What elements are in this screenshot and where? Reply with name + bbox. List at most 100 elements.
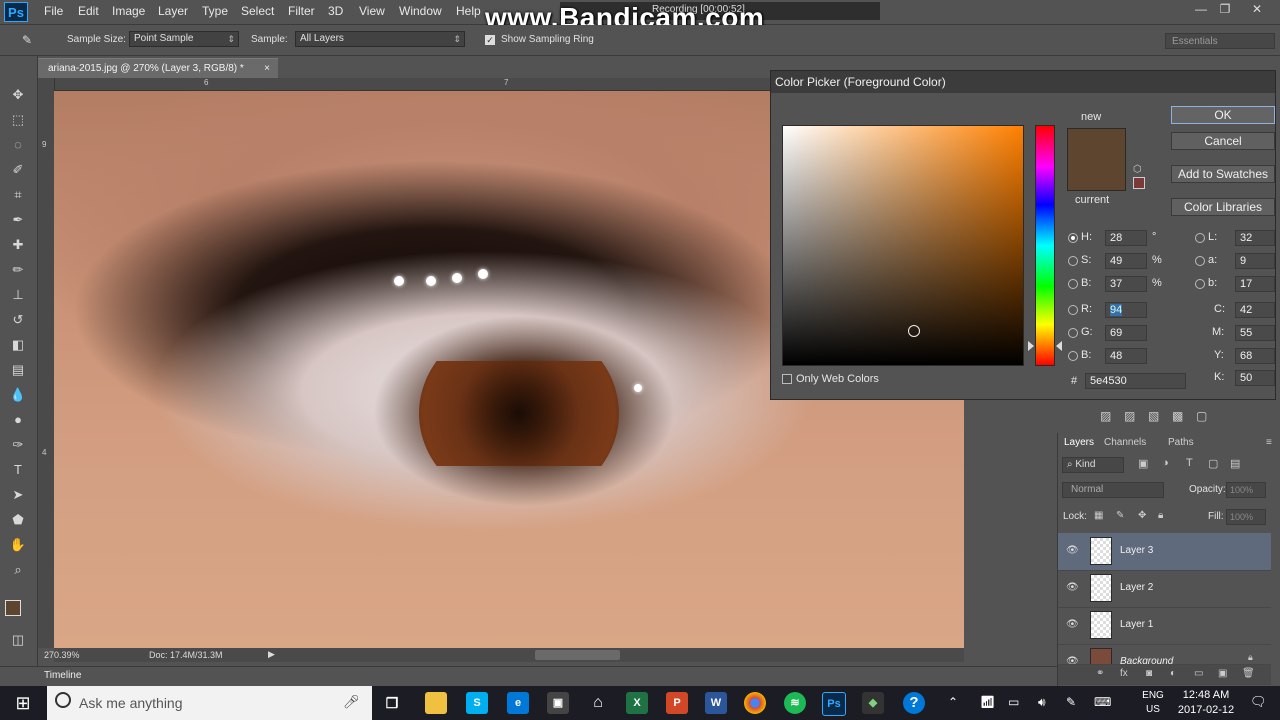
sample-size-select[interactable]: Point Sample [129,31,239,47]
opacity-input[interactable]: 100% [1226,482,1266,498]
hue-radio[interactable] [1068,233,1078,243]
panel-icon[interactable]: ▨ [1124,409,1135,423]
panel-menu-icon[interactable]: ≡ [1266,437,1272,448]
menu-filter[interactable]: Filter [288,4,315,18]
hue-slider[interactable] [1035,125,1055,366]
saturation-input[interactable]: 49 [1105,253,1147,269]
zoom-tool-icon[interactable]: ⌕ [9,561,27,579]
visibility-eye-icon[interactable]: 👁︎ [1066,619,1079,630]
menu-select[interactable]: Select [241,4,274,18]
visibility-eye-icon[interactable]: 👁︎ [1066,545,1079,556]
dodge-tool-icon[interactable]: ● [9,411,27,429]
network-icon[interactable]: 📶︎ [980,695,995,709]
crop-tool-icon[interactable]: ⌗ [9,186,27,204]
panel-icon[interactable]: ▧ [1148,409,1159,423]
current-color-swatch[interactable] [1067,159,1126,191]
workspace-select[interactable]: Essentials [1165,33,1275,49]
help-icon[interactable]: ? [903,692,925,714]
brightness-input[interactable]: 37 [1105,276,1147,292]
minimize-icon[interactable]: — [1190,2,1212,20]
tab-paths[interactable]: Paths [1168,437,1194,448]
layer-row[interactable]: 👁︎ Background 🔒︎ [1058,644,1271,665]
lock-transparency-icon[interactable]: ▦ [1094,510,1103,521]
tab-channels[interactable]: Channels [1104,437,1146,448]
show-hidden-icons-icon[interactable]: ⌃ [948,695,958,709]
menu-image[interactable]: Image [112,4,145,18]
filter-pixel-icon[interactable]: ▣ [1138,457,1148,470]
color-picker-cursor[interactable] [908,325,920,337]
microphone-icon[interactable]: 🎤︎ [343,694,360,710]
only-web-colors-checkbox[interactable] [782,374,792,384]
file-explorer-icon[interactable] [425,692,447,714]
windows-start-icon[interactable]: ⊞ [0,686,46,720]
store-icon[interactable]: ▣ [547,692,569,714]
adjustment-icon[interactable]: ◐ [1170,668,1176,679]
quick-mask-icon[interactable]: ◫ [9,631,27,649]
status-arrow-icon[interactable]: ▶ [268,649,275,660]
type-tool-icon[interactable]: T [9,461,27,479]
blend-mode-select[interactable]: Normal [1062,482,1164,498]
hex-input[interactable]: 5e4530 [1085,373,1186,389]
saturation-radio[interactable] [1068,256,1078,266]
layer-row[interactable]: 👁︎ Layer 3 [1058,533,1271,571]
system-clock[interactable]: 12:48 AM 2017-02-12 [1176,688,1236,718]
shape-tool-icon[interactable]: ⬟ [9,511,27,529]
group-icon[interactable]: ▭ [1194,668,1203,679]
photoshop-taskbar-icon[interactable]: Ps [822,692,846,716]
brush-tool-icon[interactable]: ✏ [9,261,27,279]
pen-ink-icon[interactable]: ✎ [1066,695,1076,709]
home-icon[interactable]: ⌂ [587,692,609,714]
restore-icon[interactable]: ❐ [1214,2,1236,20]
panel-icon[interactable]: ▩ [1172,409,1183,423]
eyedropper-tool-icon[interactable]: ✒ [9,211,27,229]
filter-type-icon[interactable]: T [1186,457,1193,469]
web-safe-swatch-icon[interactable] [1133,177,1145,189]
timeline-tab[interactable]: Timeline [44,670,81,681]
green-radio[interactable] [1068,328,1078,338]
hue-slider-arrow-left[interactable] [1028,341,1034,351]
color-field[interactable] [782,125,1024,366]
menu-file[interactable]: File [44,4,63,18]
panel-icon[interactable]: ▨ [1100,409,1111,423]
app-icon[interactable]: ◆ [862,692,884,714]
red-input[interactable]: 94 [1105,302,1147,318]
hue-input[interactable]: 28 [1105,230,1147,246]
gradient-tool-icon[interactable]: ▤ [9,361,27,379]
lock-pixels-icon[interactable]: ✎ [1116,510,1124,521]
add-to-swatches-button[interactable]: Add to Swatches [1171,165,1275,183]
hand-tool-icon[interactable]: ✋ [9,536,27,554]
blur-tool-icon[interactable]: 💧 [9,386,27,404]
scrollbar-thumb[interactable] [535,650,620,660]
eyedropper-preset-icon[interactable]: ✎ [22,33,32,47]
filter-shape-icon[interactable]: ▢ [1208,457,1218,470]
blue-input[interactable]: 48 [1105,348,1147,364]
edge-icon[interactable]: e [507,692,529,714]
word-icon[interactable]: W [705,692,727,714]
cube-icon[interactable]: ⬡ [1133,164,1142,175]
lab-l-radio[interactable] [1195,233,1205,243]
panel-icon[interactable]: ▢ [1196,409,1207,423]
visibility-eye-icon[interactable]: 👁︎ [1066,582,1079,593]
marquee-tool-icon[interactable]: ⬚ [9,111,27,129]
stamp-tool-icon[interactable]: ⊥ [9,286,27,304]
excel-icon[interactable]: X [626,692,648,714]
lab-l-input[interactable]: 32 [1235,230,1275,246]
mask-icon[interactable]: ◙ [1146,668,1152,679]
language-indicator[interactable]: ENG US [1138,689,1168,717]
sample-select[interactable]: All Layers [295,31,465,47]
eraser-tool-icon[interactable]: ◧ [9,336,27,354]
path-select-icon[interactable]: ➤ [9,486,27,504]
link-layers-icon[interactable]: ⚭ [1096,668,1104,679]
move-tool-icon[interactable]: ✥ [9,86,27,104]
cancel-button[interactable]: Cancel [1171,132,1275,150]
layer-row[interactable]: 👁︎ Layer 2 [1058,570,1271,608]
visibility-eye-icon[interactable]: 👁︎ [1066,656,1079,664]
cortana-search-box[interactable]: Ask me anything 🎤︎ [47,686,372,720]
black-input[interactable]: 50 [1235,370,1275,386]
yellow-input[interactable]: 68 [1235,348,1275,364]
tab-layers[interactable]: Layers [1064,437,1094,448]
menu-layer[interactable]: Layer [158,4,188,18]
fx-icon[interactable]: fx [1120,668,1128,679]
menu-type[interactable]: Type [202,4,228,18]
red-radio[interactable] [1068,305,1078,315]
